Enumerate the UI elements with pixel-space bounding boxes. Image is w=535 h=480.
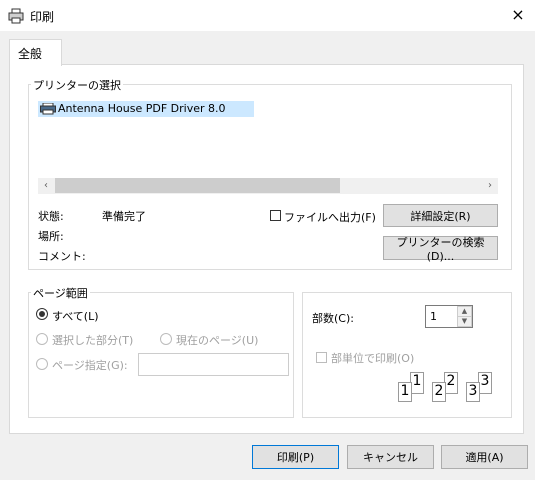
collate-page: 1 [398, 382, 412, 402]
radio-pages[interactable] [36, 358, 48, 370]
collate-label: 部単位で印刷(O) [331, 352, 415, 365]
status-label: 状態: [38, 210, 64, 223]
tab-label: 全般 [18, 47, 43, 61]
print-button[interactable]: 印刷(P) [252, 445, 339, 469]
collate-page: 3 [466, 382, 480, 402]
copies-stepper[interactable]: 1 ▲ ▼ [425, 305, 473, 328]
pages-input[interactable] [138, 353, 289, 376]
radio-current-page[interactable] [160, 333, 172, 345]
location-label: 場所: [38, 230, 64, 243]
window-title: 印刷 [30, 10, 55, 24]
details-button[interactable]: 詳細設定(R) [383, 204, 498, 227]
scrollbar-thumb[interactable] [55, 178, 340, 193]
scroll-left-icon[interactable]: ‹ [38, 178, 54, 194]
collate-page: 1 [410, 372, 424, 394]
cancel-button[interactable]: キャンセル [347, 445, 434, 469]
collate-page: 2 [432, 382, 446, 402]
printer-item-icon [40, 103, 56, 115]
scroll-right-icon[interactable]: › [482, 178, 498, 194]
comment-label: コメント: [38, 250, 86, 263]
tab-general[interactable]: 全般 [9, 39, 62, 66]
printer-icon [8, 8, 24, 24]
copies-label: 部数(C): [312, 312, 354, 325]
copies-value: 1 [430, 310, 437, 323]
printer-item-label: Antenna House PDF Driver 8.0 [58, 102, 226, 115]
apply-button[interactable]: 適用(A) [441, 445, 528, 469]
radio-all[interactable] [36, 308, 48, 320]
collate-page: 2 [444, 372, 458, 394]
title-bar [0, 0, 535, 31]
radio-pages-label: ページ指定(G): [52, 359, 128, 372]
collate-checkbox[interactable] [316, 352, 327, 363]
radio-selection-label: 選択した部分(T) [52, 334, 134, 347]
radio-all-label: すべて(L) [52, 310, 99, 323]
collate-illustration: 1 1 2 2 3 3 [395, 372, 505, 404]
spin-down-icon[interactable]: ▼ [457, 316, 472, 327]
radio-current-page-label: 現在のページ(U) [176, 334, 259, 347]
collate-page: 3 [478, 372, 492, 394]
print-to-file-checkbox[interactable] [270, 210, 281, 221]
page-range-legend: ページ範囲 [31, 285, 90, 301]
close-button[interactable]: × [508, 5, 528, 25]
status-value: 準備完了 [102, 210, 146, 223]
radio-selection[interactable] [36, 333, 48, 345]
radio-selected-dot [39, 311, 45, 317]
find-printer-button[interactable]: プリンターの検索(D)... [383, 236, 498, 263]
print-to-file-label: ファイルへ出力(F) [284, 211, 376, 224]
printer-select-legend: プリンターの選択 [31, 77, 123, 93]
